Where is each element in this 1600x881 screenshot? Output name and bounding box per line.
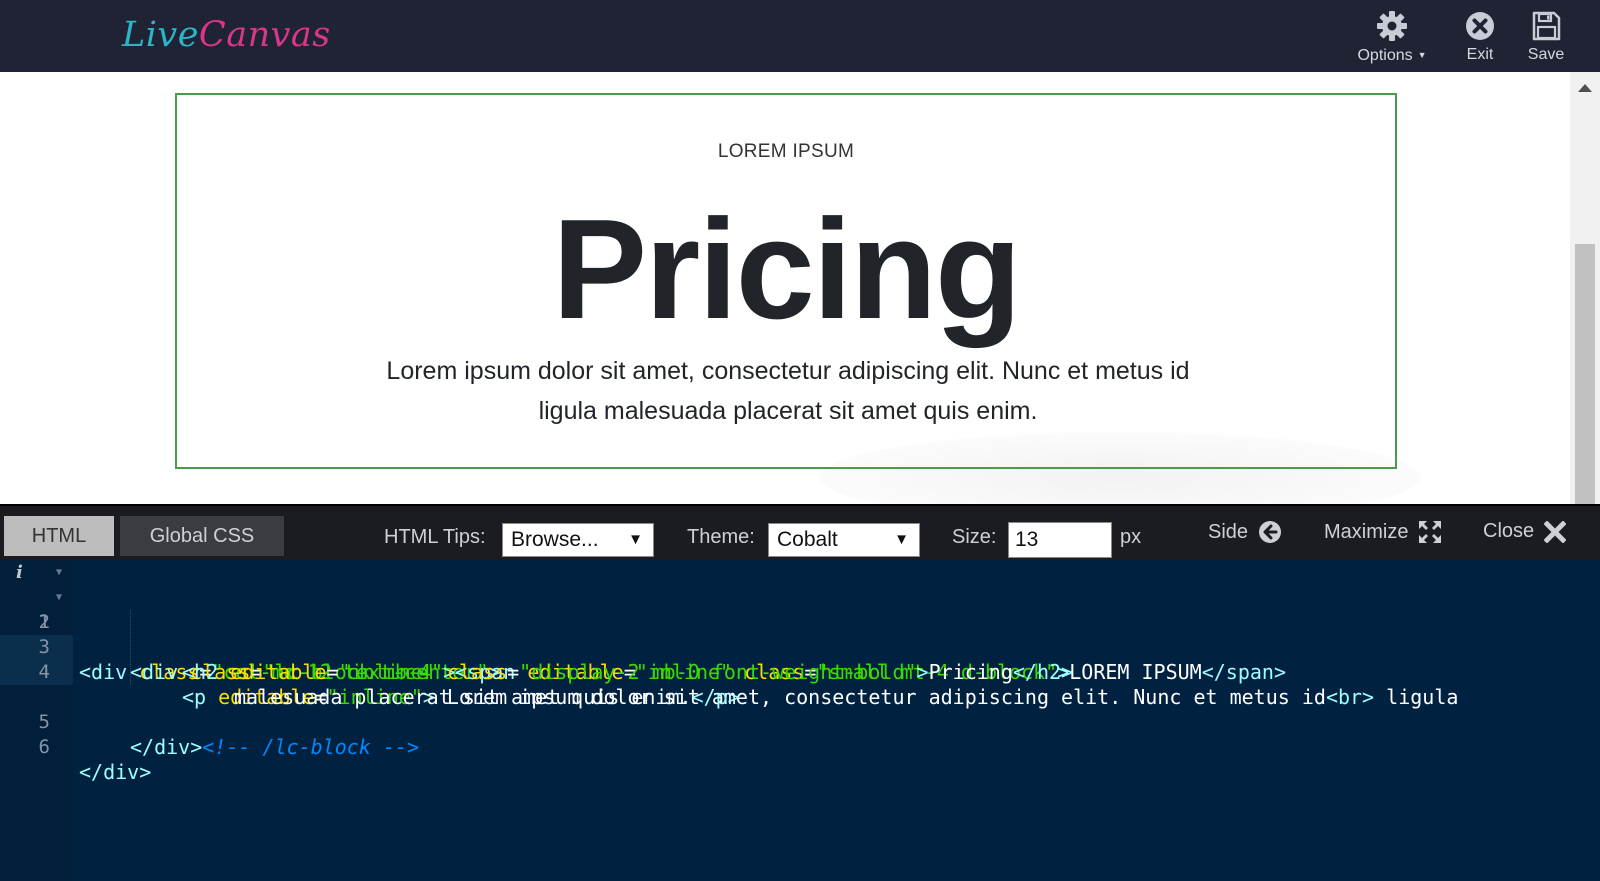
code-token: = (507, 660, 520, 684)
block-small-label[interactable]: LOREM IPSUM (177, 141, 1395, 163)
save-label: Save (1527, 46, 1565, 63)
selected-block[interactable]: LOREM IPSUM Pricing Lorem ipsum dolor si… (175, 93, 1397, 469)
block-title[interactable]: Pricing (177, 185, 1395, 355)
code-editor-panel: HTML Global CSS HTML Tips: Browse... ▼ T… (0, 504, 1600, 881)
code-token: "inline" (338, 660, 435, 684)
scrollbar-thumb[interactable] (1575, 244, 1595, 504)
code-line-2[interactable]: 2 ▼ <div class="lc-block mb-4"><span edi… (0, 585, 1286, 684)
options-button[interactable]: Options ▼ (1352, 10, 1432, 66)
close-label: Close (1483, 520, 1535, 542)
html-tips-value: Browse... (511, 528, 599, 551)
tab-global-css[interactable]: Global CSS (120, 516, 284, 556)
save-icon (1532, 11, 1561, 41)
fold-arrow-icon[interactable]: ▼ (56, 585, 62, 610)
maximize-icon (1419, 521, 1442, 543)
theme-value: Cobalt (777, 528, 838, 551)
theme-select[interactable]: Cobalt ▼ (768, 523, 920, 557)
scroll-up-arrow-icon[interactable] (1578, 84, 1592, 92)
code-token: <h2 (182, 660, 219, 684)
page-preview-canvas: LOREM IPSUM Pricing Lorem ipsum dolor si… (0, 72, 1570, 504)
logo-live-text: Live (122, 15, 199, 55)
side-button[interactable]: Side (1208, 520, 1282, 544)
side-label: Side (1208, 520, 1249, 543)
code-line-4-wrap[interactable]: malesuada placerat sit amet quis enim.</… (0, 660, 740, 709)
html-tips-select[interactable]: Browse... ▼ (502, 523, 654, 557)
code-area[interactable]: i 1 ▼ <div class="col-md-12 text-center"… (0, 560, 1600, 881)
exit-button[interactable]: Exit (1457, 10, 1503, 66)
size-unit: px (1120, 526, 1142, 548)
close-editor-button[interactable]: Close (1483, 520, 1567, 543)
save-button[interactable]: Save (1520, 10, 1572, 66)
code-token: LOREM IPSUM (1069, 660, 1202, 684)
block-lead-paragraph[interactable]: Lorem ipsum dolor sit amet, consectetur … (327, 351, 1249, 431)
close-x-icon (1544, 520, 1567, 543)
size-label: Size: (952, 526, 997, 548)
gear-icon (1377, 11, 1407, 41)
options-label: Options (1357, 47, 1413, 64)
logo-canvas-text: Canvas (198, 15, 331, 55)
arrow-left-circle-icon (1259, 521, 1282, 543)
code-token: <p (182, 685, 207, 709)
code-token: <div (79, 660, 128, 684)
code-comment: <!-- /lc-block --> (202, 735, 419, 759)
code-line-3[interactable]: 3 <h2 editable="inline" class="display-2… (0, 610, 1074, 684)
code-token: editable (218, 660, 327, 684)
lead-line-1: Lorem ipsum dolor sit amet, consectetur … (386, 357, 1190, 385)
top-bar: LiveCanvas Options ▼ Exit Save (0, 0, 1600, 72)
code-token: > (916, 660, 929, 684)
code-line-1[interactable]: i 1 ▼ <div class="col-md-12 text-center"… (0, 560, 500, 684)
dropdown-arrow-icon: ▼ (894, 531, 909, 548)
code-token: "display-2 mb-0 font-weight-bold" (519, 660, 917, 684)
code-token: </h2> (1012, 660, 1074, 684)
lead-line-2: ligula malesuada placerat sit amet quis … (538, 397, 1038, 425)
code-token: </p> (691, 685, 740, 709)
code-token: </div> (79, 760, 152, 784)
code-line-6[interactable]: 6 </div> (0, 710, 152, 784)
line-number: 6 (38, 736, 50, 758)
preview-scrollbar[interactable] (1570, 72, 1600, 504)
code-line-4[interactable]: 4 <p editable="inline"> Lorem ipsum dolo… (0, 635, 1459, 709)
code-token: <div (130, 660, 179, 684)
theme-label: Theme: (687, 526, 755, 548)
info-icon[interactable]: i (16, 560, 23, 585)
chevron-down-icon: ▼ (1417, 50, 1427, 60)
code-token: = (326, 660, 339, 684)
code-token: malesuada placerat sit amet quis enim. (234, 685, 692, 709)
code-token: <br> (1325, 685, 1375, 709)
tab-html[interactable]: HTML (4, 516, 114, 556)
code-token: </span> (1201, 660, 1287, 684)
code-token: class (434, 660, 508, 684)
exit-icon (1466, 12, 1494, 40)
maximize-label: Maximize (1324, 520, 1409, 543)
fold-arrow-icon[interactable]: ▼ (56, 560, 62, 585)
code-line-5[interactable]: 5 </div><!-- /lc-block --> (0, 685, 419, 759)
code-token: </div> (130, 735, 203, 759)
html-tips-label: HTML Tips: (384, 526, 486, 548)
font-size-input[interactable]: 13 (1008, 522, 1112, 558)
livecanvas-logo: LiveCanvas (122, 10, 331, 60)
editor-toolbar: HTML Global CSS HTML Tips: Browse... ▼ T… (0, 504, 1600, 560)
dropdown-arrow-icon: ▼ (628, 531, 643, 548)
code-token: ligula (1374, 685, 1459, 709)
exit-label: Exit (1466, 46, 1494, 63)
code-token: Pricing (928, 660, 1013, 684)
maximize-button[interactable]: Maximize (1324, 520, 1442, 544)
